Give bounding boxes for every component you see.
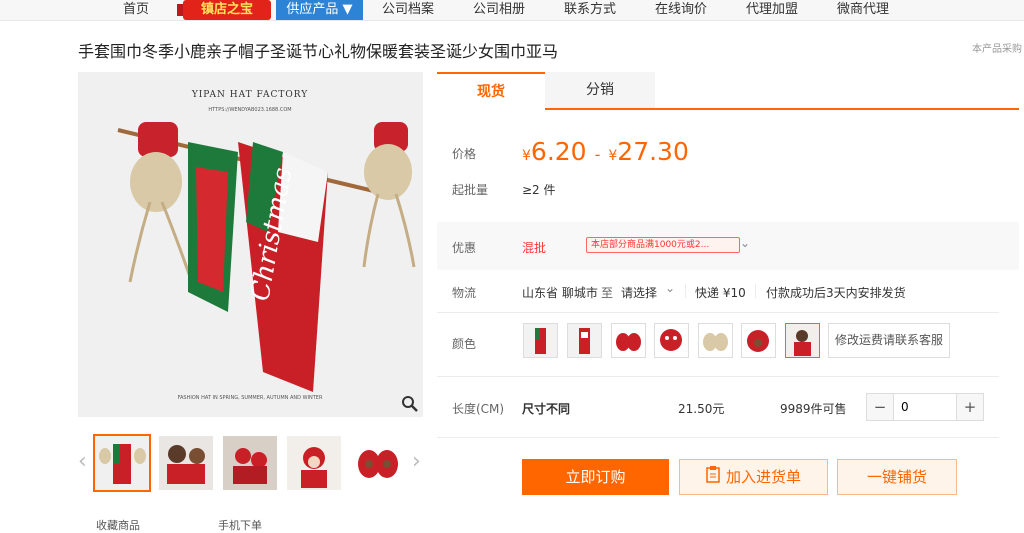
color-swatch-2[interactable] [567,323,602,358]
price-max: 27.30 [617,137,689,166]
spec-price: 21.50元 [678,402,725,416]
ship-to-word: 至 [601,286,614,300]
chevron-down-icon[interactable]: ⌄ [740,236,750,250]
promo-tag[interactable]: 本店部分商品满1000元或2... [586,237,740,253]
divider [685,284,686,298]
promo-label: 优惠 [452,241,477,255]
nav-home[interactable]: 首页 [123,0,149,20]
chevron-down-icon[interactable]: ⌄ [665,281,675,295]
nav-contact[interactable]: 联系方式 [564,0,616,20]
product-title: 手套围巾冬季小鹿亲子帽子圣诞节心礼物保暖套装圣诞少女围巾亚马 [78,42,559,61]
price-label: 价格 [452,147,477,161]
quantity-minus-button[interactable]: − [867,394,894,420]
purchase-tabs: 现货 分销 [437,72,1019,110]
tab-spot[interactable]: 现货 [437,72,545,110]
divider [437,312,999,313]
quantity-input[interactable] [895,394,963,420]
nav-online-inquiry[interactable]: 在线询价 [655,0,707,20]
color-swatch-4[interactable] [654,323,689,358]
logistics-label: 物流 [452,286,477,300]
nav-company-album[interactable]: 公司相册 [473,0,525,20]
ship-from: 山东省 聊城市 [522,286,598,300]
main-product-image[interactable]: YIPAN HAT FACTORY HTTPS://WENDYAB023.168… [78,72,423,417]
divider [755,284,756,298]
thumbnail-3[interactable] [223,436,277,490]
divider [437,437,999,438]
top-navigation: 首页 镇店之宝 供应产品 ▼ 公司档案 公司相册 联系方式 在线询价 代理加盟 … [0,0,1024,21]
thumb-prev-icon[interactable]: ‹ [78,450,87,474]
thumbnail-2[interactable] [159,436,213,490]
price-min: 6.20 [530,137,587,166]
divider [437,376,999,377]
spec-stock: 9989件可售 [780,402,847,416]
image-url-text: HTTPS://WENDYAB023.1688.COM [208,107,291,113]
color-swatch-5[interactable] [698,323,733,358]
shipping-time: 付款成功后3天内安排发货 [766,286,906,300]
color-swatch-6[interactable] [741,323,776,358]
currency-symbol: ¥ [608,148,618,164]
product-note: 本产品采购 [972,44,1022,55]
color-option-contact[interactable]: 修改运费请联系客服 [828,323,951,358]
product-photo: YIPAN HAT FACTORY HTTPS://WENDYAB023.168… [78,72,423,417]
nav-agent-join[interactable]: 代理加盟 [746,0,798,20]
thumbnail-1[interactable] [93,434,151,492]
nav-supply-products[interactable]: 供应产品 ▼ [276,0,363,20]
quantity-plus-button[interactable]: + [956,394,983,420]
thumbnail-5[interactable] [351,436,405,490]
thumb-next-icon[interactable]: › [412,450,421,474]
spec-value: 尺寸不同 [522,402,571,416]
order-now-button[interactable]: 立即订购 [522,459,669,495]
moq-value: ≥2 件 [522,183,556,197]
quantity-stepper: − + [866,393,984,421]
thumbnail-strip: ‹ › [78,434,428,492]
color-swatch-1[interactable] [523,323,558,358]
price-range: ¥6.20- ¥27.30 [522,137,689,166]
spec-label: 长度(CM) [452,402,505,416]
promo-type[interactable]: 混批 [522,239,546,256]
add-to-cart-button[interactable]: 加入进货单 [679,459,828,495]
currency-symbol: ¥ [522,148,531,164]
color-swatch-7[interactable] [785,323,820,358]
zoom-icon[interactable] [401,395,419,413]
moq-label: 起批量 [452,183,489,197]
ship-to-select[interactable]: 请选择 [621,284,657,301]
mobile-order-link[interactable]: 手机下单 [218,517,262,533]
thumbnail-4[interactable] [287,436,341,490]
image-caption-text: FASHION HAT IN SPRING, SUMMER, AUTUMN AN… [178,395,323,401]
tab-distribution[interactable]: 分销 [545,72,655,108]
add-to-cart-label: 加入进货单 [725,468,801,486]
clipboard-icon [706,461,720,495]
nav-wechat-agent[interactable]: 微商代理 [837,0,889,20]
express-fee: 快递 ¥10 [695,286,746,300]
favorite-product-link[interactable]: 收藏商品 [96,517,140,533]
nav-company-profile[interactable]: 公司档案 [382,0,434,20]
nav-featured-badge[interactable]: 镇店之宝 [177,0,271,20]
one-click-distribute-button[interactable]: 一键铺货 [837,459,957,495]
color-label: 颜色 [452,337,477,351]
image-brand-text: YIPAN HAT FACTORY [191,90,308,100]
color-swatch-3[interactable] [611,323,646,358]
